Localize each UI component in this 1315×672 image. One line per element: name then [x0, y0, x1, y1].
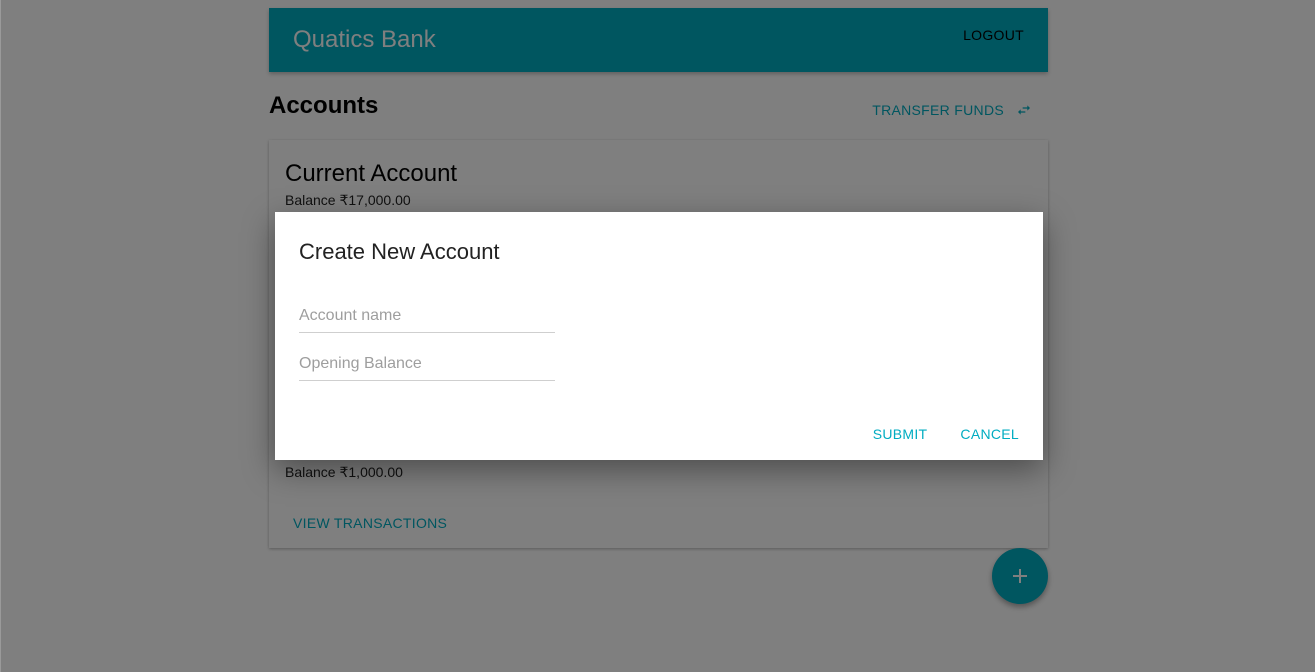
cancel-button[interactable]: CANCEL [960, 426, 1019, 442]
dialog-actions: SUBMIT CANCEL [873, 426, 1019, 442]
dialog-title: Create New Account [299, 239, 500, 264]
opening-balance-field [299, 350, 555, 381]
create-account-dialog: Create New Account SUBMIT CANCEL [275, 212, 1043, 460]
page: Quatics Bank LOGOUT Accounts TRANSFER FU… [0, 0, 1315, 672]
account-name-input[interactable] [299, 302, 555, 330]
account-name-field [299, 302, 555, 333]
submit-button[interactable]: SUBMIT [873, 426, 928, 442]
opening-balance-input[interactable] [299, 350, 555, 378]
